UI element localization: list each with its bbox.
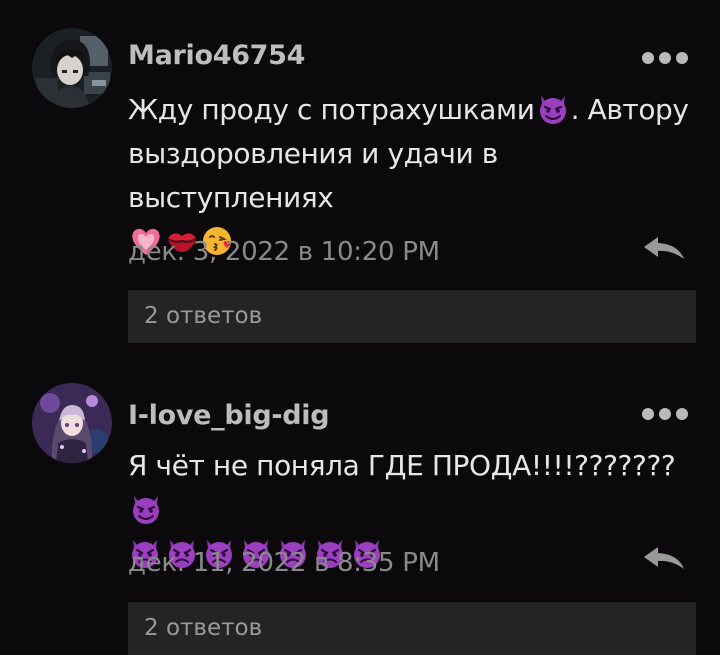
replies-toggle[interactable]: 2 ответов xyxy=(128,602,696,655)
comment-username[interactable]: Mario46754 xyxy=(128,40,305,71)
comment-item: I-love_big-dig Я чёт не поняла ГДЕ ПРОДА… xyxy=(0,345,720,655)
user-avatar[interactable] xyxy=(32,28,112,108)
replies-toggle[interactable]: 2 ответов xyxy=(128,290,696,343)
more-dots-icon xyxy=(659,408,671,420)
more-dots-icon xyxy=(659,52,671,64)
smiling-imp-emoji-icon xyxy=(129,492,163,526)
comment-timestamp: дек. 11, 2022 в 8:35 PM xyxy=(128,548,440,578)
comment-item: Mario46754 Жду проду с потрахушками . Авт… xyxy=(0,0,720,345)
more-dots-icon xyxy=(676,52,688,64)
avatar-anime-girl-icon xyxy=(32,383,112,463)
avatar-anime-boy-icon xyxy=(32,28,112,108)
comment-username[interactable]: I-love_big-dig xyxy=(128,400,330,431)
more-dots-icon xyxy=(642,52,654,64)
comment-text: Я чёт не поняла ГДЕ ПРОДА!!!!??????? xyxy=(128,449,676,482)
more-dots-icon xyxy=(642,408,654,420)
smiling-imp-emoji-icon xyxy=(536,92,570,126)
comment-text-line2: выздоровления и удачи в выступлениях xyxy=(128,137,498,214)
reply-button[interactable] xyxy=(642,235,686,263)
comment-text-tail: . Автору xyxy=(570,93,689,126)
more-options-button[interactable] xyxy=(642,51,688,65)
more-dots-icon xyxy=(676,408,688,420)
more-options-button[interactable] xyxy=(642,407,688,421)
reply-arrow-icon xyxy=(644,547,684,569)
comment-timestamp: дек. 3, 2022 в 10:20 PM xyxy=(128,237,440,267)
comment-text: Жду проду с потрахушками xyxy=(128,93,535,126)
user-avatar[interactable] xyxy=(32,383,112,463)
reply-button[interactable] xyxy=(642,545,686,573)
reply-arrow-icon xyxy=(644,237,684,259)
